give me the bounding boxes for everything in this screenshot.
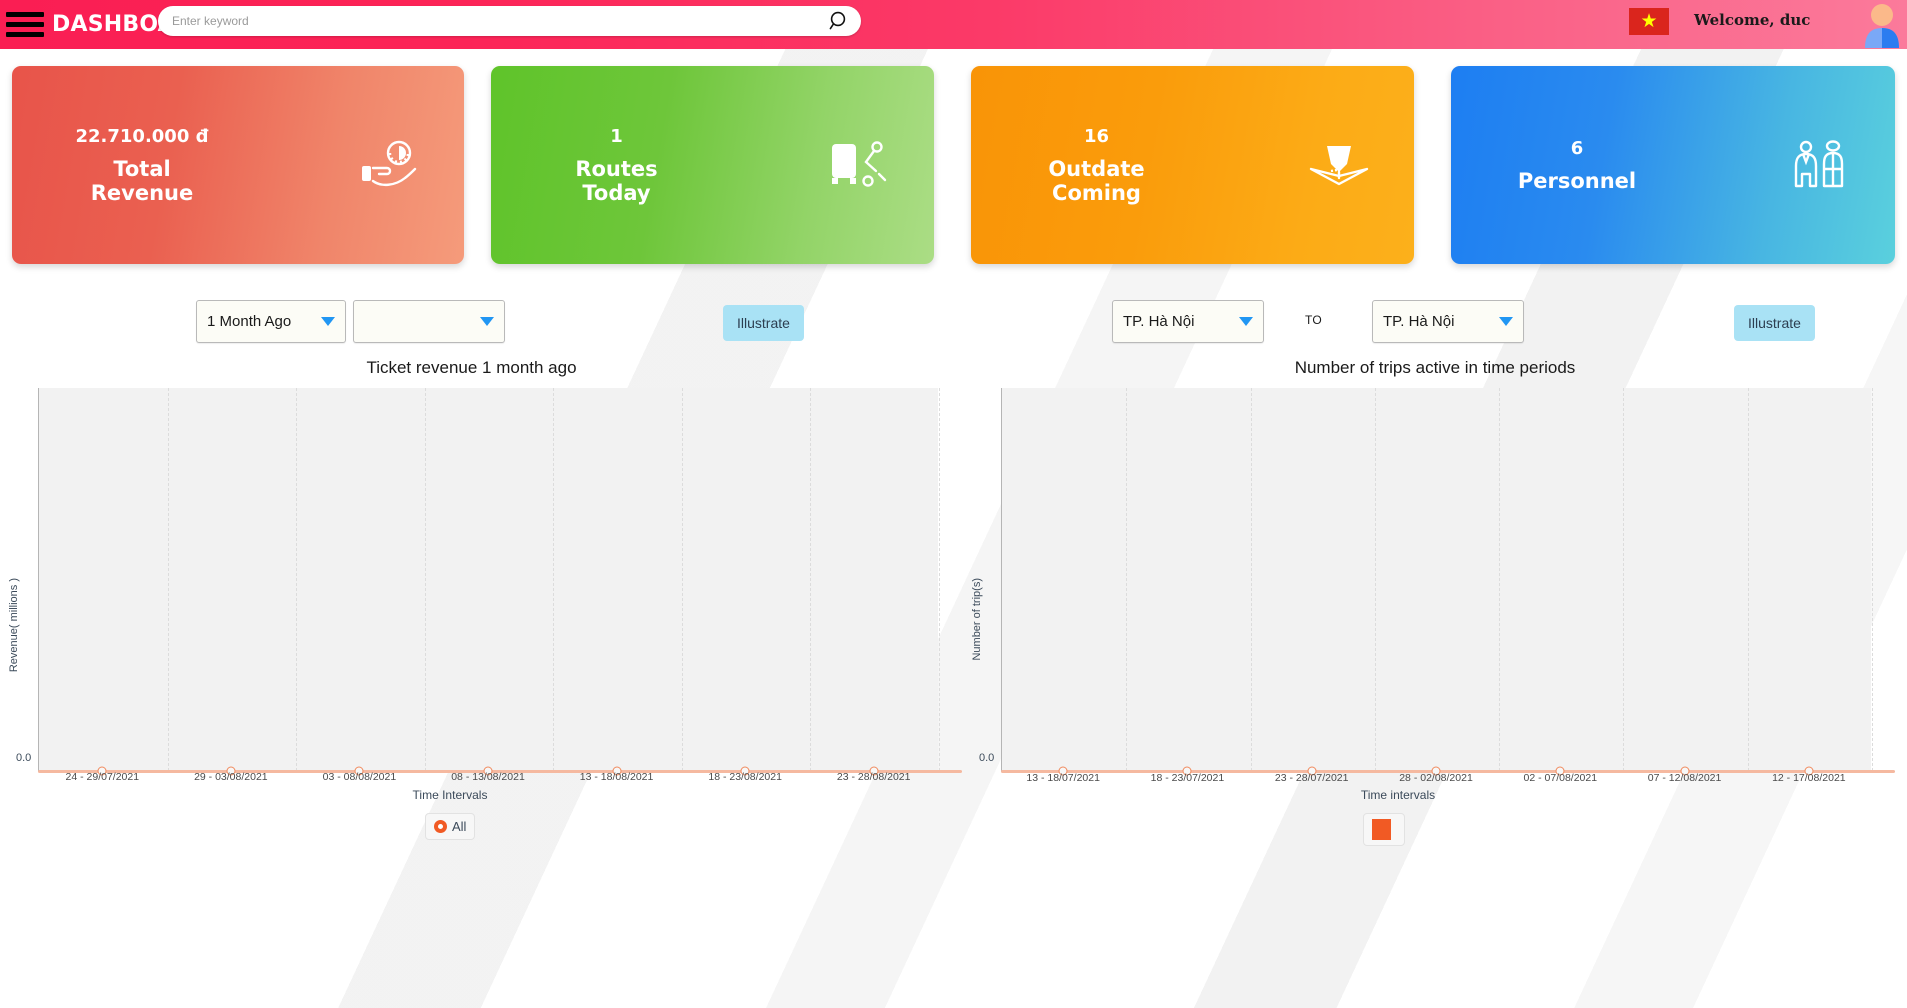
kpi-value: 6	[1570, 137, 1584, 159]
trips-line-chart: Number of trip(s) 0.0 Time intervals 13 …	[963, 388, 1907, 1008]
chart-gridline	[1623, 388, 1625, 771]
kpi-card-personnel[interactable]: 6 Personnel	[1451, 66, 1895, 264]
chart-x-tick-label: 29 - 03/08/2021	[194, 771, 268, 783]
illustrate-button-left[interactable]: Illustrate	[723, 305, 804, 341]
chevron-down-icon	[1499, 317, 1513, 326]
kpi-label: Total Revenue	[90, 156, 194, 205]
welcome-text: Welcome, duc	[1694, 11, 1811, 29]
chart-x-tick-label: 08 - 13/08/2021	[451, 771, 525, 783]
kpi-card-body: 6 Personnel	[1451, 138, 1745, 193]
chevron-down-icon	[1239, 317, 1253, 326]
chart-x-tick-label: 23 - 28/08/2021	[836, 771, 911, 783]
chart-x-tick-label: 03 - 08/08/2021	[322, 771, 397, 783]
kpi-value: 1	[610, 125, 623, 147]
chart-x-tick-label: 07 - 12/08/2021	[1647, 772, 1722, 784]
chart-gridline	[1250, 388, 1252, 771]
chart-gridline	[681, 388, 683, 771]
dashboard-page: DASHBOARD ★ Welcome, duc	[0, 0, 1907, 1008]
chart-x-tick-label: 12 - 17/08/2021	[1772, 772, 1846, 784]
bus-route-icon	[784, 138, 934, 192]
left-chart-title: Ticket revenue 1 month ago	[366, 358, 577, 377]
kpi-label: Personnel	[1517, 168, 1637, 193]
chevron-down-icon	[321, 317, 335, 326]
chart-x-tick-label: 02 - 07/08/2021	[1523, 772, 1598, 784]
legend-square-marker-icon	[1372, 819, 1391, 840]
kpi-label: Outdate Coming	[1048, 156, 1145, 205]
origin-city-select[interactable]: TP. Hà Nội	[1112, 300, 1264, 343]
chart-gridline	[167, 388, 169, 771]
chart-gridline	[939, 388, 940, 771]
chart-gridline	[553, 388, 555, 771]
search-box[interactable]	[158, 6, 861, 36]
kpi-value: 22.710.000 đ	[75, 125, 209, 147]
chart-gridline	[810, 388, 812, 771]
vietnam-flag-icon[interactable]: ★	[1629, 8, 1669, 35]
kpi-card-body: 16 Outdate Coming	[971, 126, 1264, 205]
chart-x-tick-label: 13 - 18/07/2021	[1026, 772, 1100, 784]
kpi-card-total-revenue[interactable]: 22.710.000 đ Total Revenue	[12, 66, 464, 264]
flag-star-glyph: ★	[1640, 11, 1658, 32]
chart-x-tick-label: 18 - 23/08/2021	[708, 771, 782, 783]
right-chart-legend-item[interactable]	[1363, 813, 1405, 846]
chart-gridline	[1374, 388, 1376, 771]
kpi-card-row: 22.710.000 đ Total Revenue 1 Routes Toda…	[0, 66, 1907, 266]
chart-gridline	[1499, 388, 1501, 771]
period-select[interactable]: 1 Month Ago	[196, 300, 346, 343]
to-label: TO	[1305, 313, 1323, 327]
secondary-select[interactable]	[353, 300, 505, 343]
left-chart-legend-item[interactable]: All	[425, 813, 476, 840]
left-chart-y-tick-zero: 0.0	[16, 752, 32, 764]
chart-gridline	[1872, 388, 1873, 771]
expiring-map-icon	[1264, 138, 1414, 192]
chart-gridline	[424, 388, 426, 771]
chart-x-tick-label: 23 - 28/07/2021	[1274, 772, 1349, 784]
search-input[interactable]	[158, 7, 817, 35]
left-chart-x-axis-label: Time Intervals	[412, 788, 488, 802]
kpi-card-routes-today[interactable]: 1 Routes Today	[491, 66, 934, 264]
search-icon[interactable]	[817, 9, 861, 33]
chart-x-tick-label: 24 - 29/07/2021	[65, 771, 140, 783]
chart-x-tick-label: 18 - 23/07/2021	[1150, 772, 1225, 784]
destination-city-select[interactable]: TP. Hà Nội	[1372, 300, 1524, 343]
hand-coin-icon	[314, 138, 464, 192]
right-chart-plot-area	[1001, 388, 1873, 771]
kpi-value: 16	[1083, 125, 1110, 147]
revenue-line-chart: Revenue( millions ) 0.0 Time Intervals A…	[0, 388, 962, 1008]
two-people-icon	[1745, 138, 1895, 192]
period-select-value: 1 Month Ago	[207, 313, 292, 330]
legend-label: All	[452, 819, 467, 834]
left-chart-plot-area	[38, 388, 940, 771]
chart-gridline	[1126, 388, 1128, 771]
kpi-card-body: 22.710.000 đ Total Revenue	[12, 126, 314, 205]
illustrate-button-right[interactable]: Illustrate	[1734, 305, 1815, 341]
origin-city-value: TP. Hà Nội	[1123, 313, 1195, 330]
destination-city-value: TP. Hà Nội	[1383, 313, 1455, 330]
right-chart-y-axis-label: Number of trip(s)	[971, 578, 983, 661]
left-chart-y-axis-label: Revenue( millions )	[8, 578, 20, 673]
kpi-card-outdate-coming[interactable]: 16 Outdate Coming	[971, 66, 1414, 264]
right-chart-x-axis-label: Time intervals	[1360, 788, 1436, 802]
legend-ring-marker-icon	[434, 820, 447, 833]
kpi-card-body: 1 Routes Today	[491, 126, 784, 205]
chart-gridline	[1747, 388, 1749, 771]
filter-controls-row: 1 Month Ago Illustrate TP. Hà Nội TO TP.…	[0, 300, 1907, 346]
chart-x-tick-label: 28 - 02/08/2021	[1399, 772, 1473, 784]
kpi-label: Routes Today	[575, 156, 658, 205]
user-avatar-icon[interactable]	[1862, 2, 1902, 48]
chart-gridline	[296, 388, 298, 771]
hamburger-menu-icon[interactable]	[6, 10, 44, 40]
chart-x-tick-label: 13 - 18/08/2021	[579, 771, 654, 783]
right-chart-y-tick-zero: 0.0	[979, 752, 995, 764]
chevron-down-icon	[480, 317, 494, 326]
right-chart-title: Number of trips active in time periods	[1294, 358, 1576, 377]
top-header-bar: DASHBOARD ★ Welcome, duc	[0, 0, 1907, 49]
